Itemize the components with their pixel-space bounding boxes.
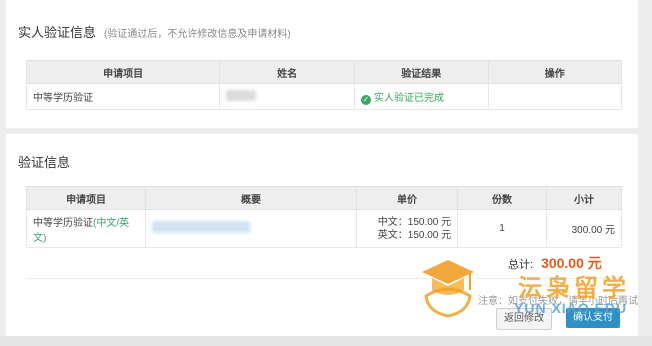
- subtotal-cell: 300.00 元: [545, 209, 623, 248]
- column-header-quantity: 份数: [457, 186, 547, 210]
- application-item-cell: 中等学历验证: [25, 83, 221, 110]
- validation-info-title: 验证信息: [18, 155, 71, 170]
- application-item-cell: 中等学历验证(中文/英文): [25, 209, 147, 248]
- table-row: 中等学历验证 ✓ 实人验证已完成: [25, 83, 623, 110]
- watermark-english-text: YUN XIAO EDU: [514, 300, 628, 316]
- column-header-summary: 概要: [145, 186, 357, 210]
- identity-verification-card: 实人验证信息 (验证通过后，不允许修改信息及申请材料) 申请项目 姓名 验证结果 …: [6, 0, 638, 128]
- redacted-name: [226, 89, 257, 101]
- column-header-item: 申请项目: [25, 60, 221, 84]
- check-circle-icon: ✓: [360, 94, 371, 105]
- validation-info-table: 申请项目 概要 单价 份数 小计 中等学历验证(中文/英文) 中文：150.00…: [25, 186, 623, 248]
- summary-cell-redacted: [145, 209, 357, 248]
- quantity-cell: 1: [457, 209, 547, 248]
- column-header-unit-price: 单价: [355, 186, 459, 210]
- identity-verification-table: 申请项目 姓名 验证结果 操作 中等学历验证 ✓ 实人验证已完成: [25, 60, 623, 110]
- table-header-row: 申请项目 姓名 验证结果 操作: [25, 60, 623, 84]
- identity-verification-title: 实人验证信息 (验证通过后，不允许修改信息及申请材料): [18, 25, 291, 40]
- column-header-result: 验证结果: [353, 60, 489, 84]
- page-bottom-band: [0, 336, 652, 346]
- table-row: 中等学历验证(中文/英文) 中文：150.00 元英文：150.00 元 1 3…: [25, 209, 623, 248]
- column-header-name: 姓名: [219, 60, 355, 84]
- verification-status-text: 实人验证已完成: [373, 92, 444, 104]
- column-header-subtotal: 小计: [545, 186, 623, 210]
- price-chinese: 中文：150.00 元: [377, 216, 452, 228]
- identity-verification-hint: (验证通过后，不允许修改信息及申请材料): [104, 29, 291, 40]
- graduation-cap-logo-icon: [422, 260, 474, 318]
- redacted-summary: [152, 221, 251, 233]
- table-header-row: 申请项目 概要 单价 份数 小计: [25, 186, 623, 210]
- unit-price-cell: 中文：150.00 元英文：150.00 元: [355, 209, 459, 248]
- action-cell: [487, 83, 623, 110]
- watermark-chinese-text: 沄枭留学: [518, 275, 630, 302]
- column-header-item: 申请项目: [25, 186, 147, 210]
- verification-result-cell: ✓ 实人验证已完成: [353, 83, 489, 110]
- column-header-action: 操作: [487, 60, 623, 84]
- price-english: 英文：150.00 元: [377, 229, 452, 241]
- watermark: 沄枭留学 YUN XIAO EDU: [418, 256, 650, 322]
- name-cell-redacted: [219, 83, 355, 110]
